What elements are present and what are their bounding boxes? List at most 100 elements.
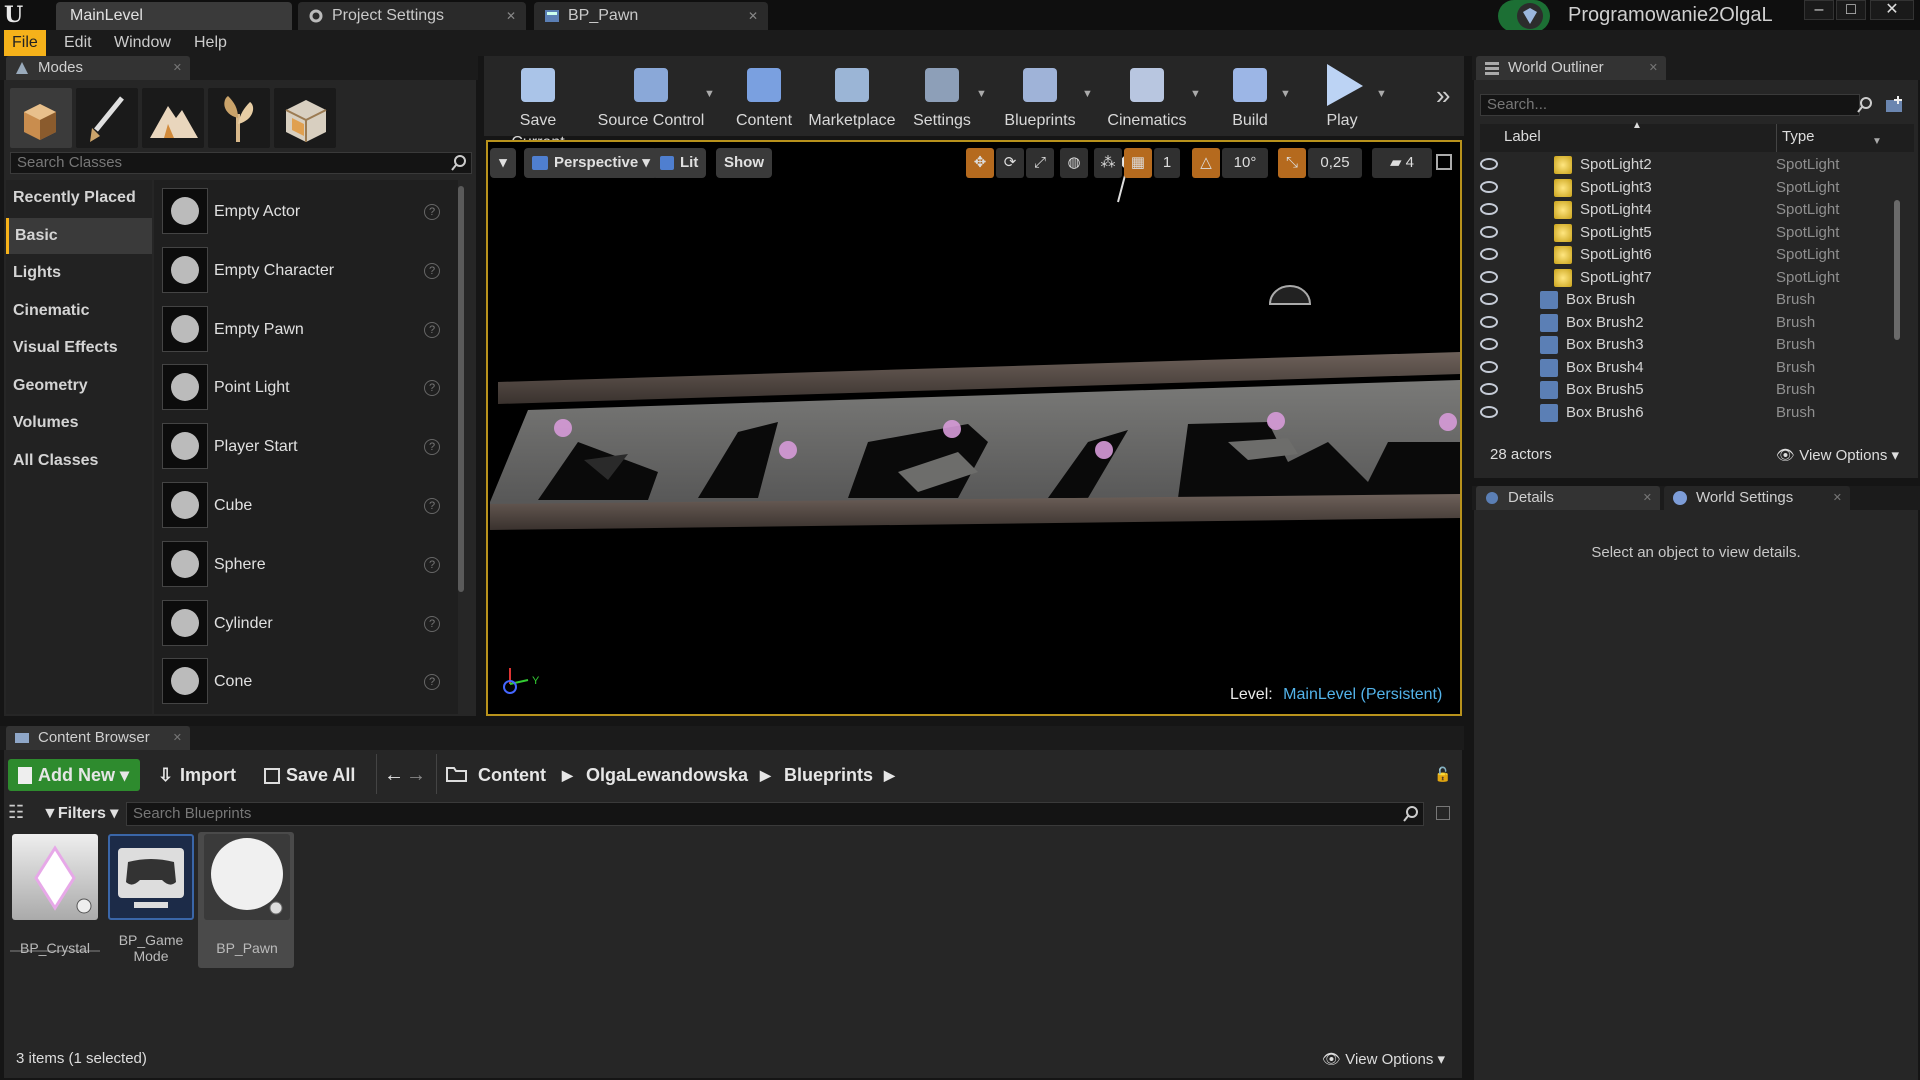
asset-bp-game-mode[interactable]	[108, 834, 194, 920]
scale-snap-icon[interactable]: ⤡	[1278, 148, 1306, 178]
lock-icon[interactable]: 🔓	[1434, 766, 1451, 782]
help-icon[interactable]: ?	[424, 556, 440, 573]
tab-bp-pawn[interactable]: BP_Pawn ✕	[534, 2, 768, 30]
translate-mode-icon[interactable]: ✥	[966, 148, 994, 178]
visibility-eye-icon[interactable]	[1480, 270, 1498, 283]
outliner-row[interactable]: SpotLight6 SpotLight	[1480, 244, 1894, 267]
place-items-scrollbar[interactable]	[458, 186, 464, 592]
close-icon[interactable]: ✕	[1643, 486, 1652, 510]
sources-panel-icon[interactable]: ☷	[8, 802, 30, 824]
tab-modes[interactable]: Modes ✕	[6, 56, 190, 80]
content-view-options-button[interactable]: 👁 View Options ▾	[1322, 1050, 1445, 1068]
grid-snap-icon[interactable]: ▦	[1124, 148, 1152, 178]
mode-foliage[interactable]	[208, 88, 270, 148]
category-volumes[interactable]: Volumes	[6, 405, 152, 441]
category-basic[interactable]: Basic	[6, 217, 152, 254]
viewport-options-button[interactable]: ▾	[490, 148, 516, 178]
outliner-row[interactable]: SpotLight2 SpotLight	[1480, 154, 1894, 177]
mode-geometry[interactable]	[274, 88, 336, 148]
help-icon[interactable]: ?	[424, 204, 440, 220]
toolbar-dropdown-icon[interactable]: ▼	[976, 88, 987, 100]
outliner-row[interactable]: SpotLight3 SpotLight	[1480, 177, 1894, 200]
menu-edit[interactable]: Edit	[56, 30, 100, 56]
import-button[interactable]: ⇩ Import	[158, 759, 236, 791]
place-item-cylinder[interactable]: Cylinder?	[154, 596, 454, 652]
close-window-button[interactable]: ✕	[1870, 0, 1914, 20]
toolbar-overflow-button[interactable]: »	[1436, 80, 1460, 110]
minimize-button[interactable]: ‒	[1804, 0, 1834, 20]
menu-help[interactable]: Help	[186, 30, 235, 56]
help-icon[interactable]: ?	[424, 262, 440, 279]
toolbar-blueprints-button[interactable]: Blueprints	[996, 58, 1084, 134]
grid-snap-value[interactable]: 1	[1154, 148, 1180, 178]
toolbar-dropdown-icon[interactable]: ▼	[704, 88, 715, 100]
maximize-viewport-icon[interactable]	[1436, 154, 1452, 170]
world-local-icon[interactable]: ◍	[1060, 148, 1088, 178]
help-icon[interactable]: ?	[424, 439, 440, 456]
close-icon[interactable]: ✕	[748, 2, 758, 30]
place-item-empty-character[interactable]: Empty Character?	[154, 243, 454, 299]
filters-button[interactable]: ▼Filters ▾	[42, 803, 118, 823]
outliner-row[interactable]: Box Brush3 Brush	[1480, 334, 1894, 357]
toolbar-dropdown-icon[interactable]: ▼	[1376, 88, 1387, 100]
outliner-row[interactable]: SpotLight4 SpotLight	[1480, 199, 1894, 222]
place-item-player-start[interactable]: Player Start?	[154, 419, 454, 475]
scale-mode-icon[interactable]: ⤢	[1026, 148, 1054, 178]
rotation-snap-icon[interactable]: △	[1192, 148, 1220, 178]
save-all-button[interactable]: Save All	[264, 759, 355, 791]
forward-arrow-icon[interactable]: →	[406, 759, 426, 791]
help-icon[interactable]: ?	[424, 615, 440, 632]
close-icon[interactable]: ✕	[506, 2, 516, 30]
category-all-classes[interactable]: All Classes	[6, 443, 152, 479]
show-button[interactable]: Show	[716, 148, 772, 178]
outliner-row[interactable]: Box Brush5 Brush	[1480, 379, 1894, 402]
add-new-button[interactable]: Add New ▾	[8, 759, 140, 791]
category-lights[interactable]: Lights	[6, 255, 152, 291]
place-item-sphere[interactable]: Sphere?	[154, 537, 454, 593]
visibility-eye-icon[interactable]	[1480, 383, 1498, 395]
category-recently-placed[interactable]: Recently Placed	[6, 180, 152, 216]
toolbar-save-current-button[interactable]: Save Current	[492, 58, 584, 151]
scale-snap-value[interactable]: 0,25	[1308, 148, 1362, 178]
place-item-cone[interactable]: Cone?	[154, 654, 454, 710]
tab-content-browser[interactable]: Content Browser ✕	[6, 726, 190, 750]
outliner-view-options-button[interactable]: 👁 View Options ▾	[1776, 446, 1899, 464]
back-arrow-icon[interactable]: ←	[384, 759, 404, 791]
toolbar-marketplace-button[interactable]: Marketplace	[808, 58, 896, 134]
place-item-empty-pawn[interactable]: Empty Pawn?	[154, 302, 454, 358]
outliner-row[interactable]: Box Brush2 Brush	[1480, 312, 1894, 335]
place-item-cube[interactable]: Cube?	[154, 478, 454, 534]
tab-world-outliner[interactable]: World Outliner ✕	[1476, 56, 1666, 80]
close-icon[interactable]: ✕	[173, 56, 182, 80]
place-item-empty-actor[interactable]: Empty Actor?	[154, 184, 454, 240]
visibility-eye-icon[interactable]	[1480, 248, 1498, 260]
visibility-eye-icon[interactable]	[1480, 158, 1498, 170]
camera-speed-button[interactable]: ▰ 4	[1372, 148, 1432, 178]
help-icon[interactable]: ?	[424, 321, 440, 338]
type-column-header[interactable]: Type	[1782, 128, 1815, 145]
toolbar-dropdown-icon[interactable]: ▼	[1190, 88, 1201, 100]
tab-mainlevel[interactable]: MainLevel	[56, 2, 292, 30]
visibility-eye-icon[interactable]	[1480, 360, 1498, 373]
rotate-mode-icon[interactable]: ⟳	[996, 148, 1024, 178]
perspective-button[interactable]: Perspective ▾	[524, 148, 658, 178]
toolbar-source-control-button[interactable]: Source Control	[596, 58, 706, 134]
category-visual-effects[interactable]: Visual Effects	[6, 330, 152, 366]
asset-bp-pawn[interactable]	[204, 834, 290, 920]
toolbar-play-button[interactable]: Play	[1306, 58, 1378, 134]
visibility-eye-icon[interactable]	[1480, 225, 1498, 238]
outliner-row[interactable]: Box Brush6 Brush	[1480, 402, 1894, 425]
visibility-eye-icon[interactable]	[1480, 180, 1498, 193]
toolbar-settings-button[interactable]: Settings	[906, 58, 978, 134]
outliner-row[interactable]: Box Brush4 Brush	[1480, 357, 1894, 380]
outliner-scrollbar[interactable]	[1894, 200, 1900, 340]
search-blueprints-input[interactable]: Search Blueprints	[126, 802, 1424, 826]
label-column-header[interactable]: Label	[1504, 128, 1541, 145]
close-icon[interactable]: ✕	[173, 726, 182, 750]
asset-bp-crystal[interactable]	[12, 834, 98, 920]
visibility-eye-icon[interactable]	[1480, 293, 1498, 305]
mode-place[interactable]	[10, 88, 72, 148]
toolbar-dropdown-icon[interactable]: ▼	[1280, 88, 1291, 100]
menu-file[interactable]: File	[4, 30, 46, 56]
visibility-eye-icon[interactable]	[1480, 338, 1498, 350]
